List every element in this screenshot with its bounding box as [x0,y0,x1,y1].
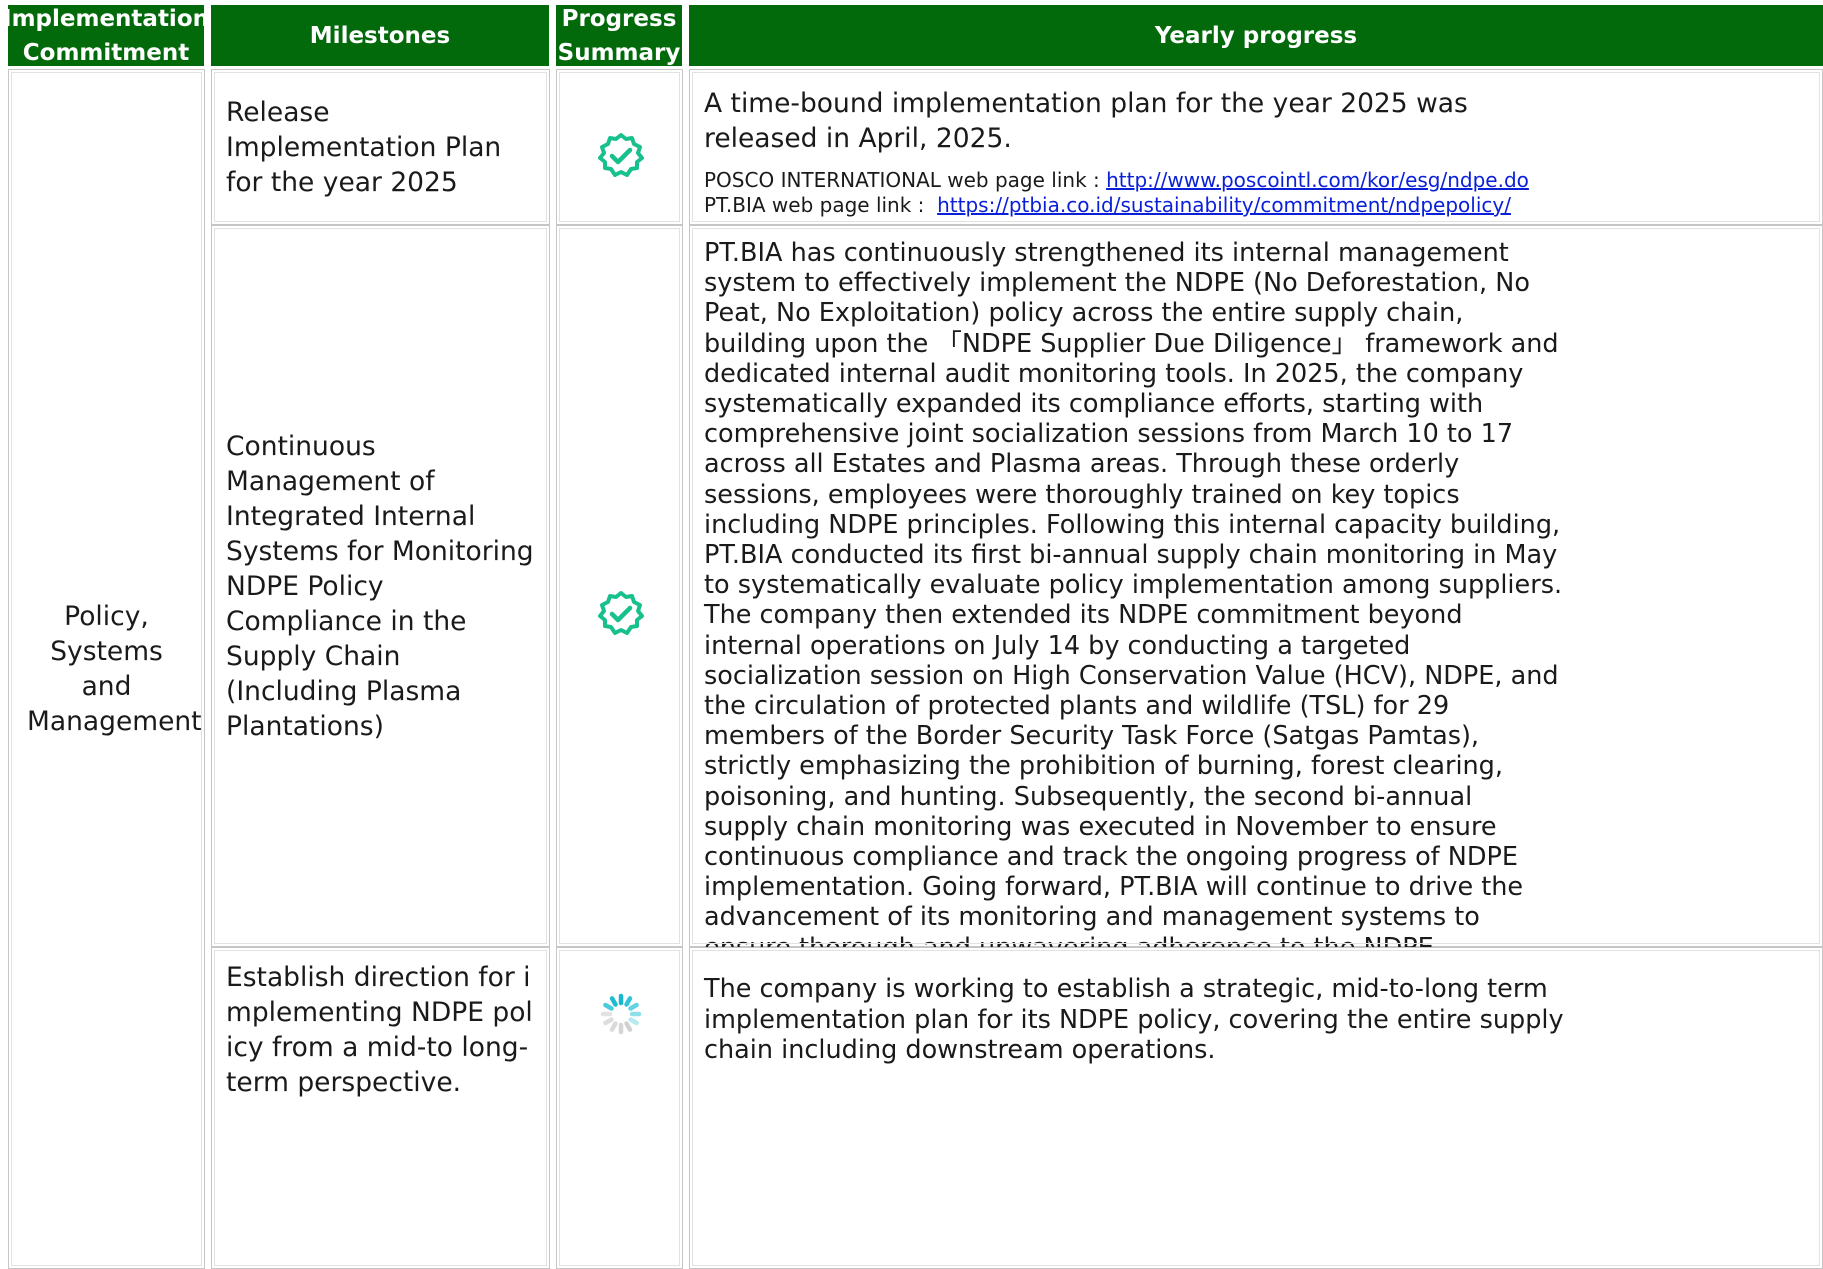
progress-text: PT.BIA has continuously strengthened its… [704,238,1563,993]
milestone-text: Continuous Management of Integrated Inte… [226,430,534,742]
progress-cell-2: PT.BIA has continuously strengthened its… [689,225,1823,993]
completed-check-icon [598,133,644,177]
completed-check-icon [598,591,644,635]
header-yearly-progress-label: Yearly progress [1154,22,1358,49]
milestone-text: Establish direction for implementing NDP… [226,962,533,1098]
commitment-cell: Policy, Systems and Management [8,69,205,1269]
milestone-cell-1: Release Implementation Plan for the year… [211,69,550,225]
header-yearly-progress: Yearly progress [689,5,1823,66]
header-commitment-label: Implementation Commitment [3,5,209,66]
posco-ndpe-link[interactable]: http://www.poscointl.com/kor/esg/ndpe.do [1106,168,1529,192]
status-cell-3 [556,947,683,1269]
in-progress-spinner-icon [600,993,642,1035]
progress-text: A time-bound implementation plan for the… [704,88,1468,154]
header-milestones: Milestones [211,5,549,66]
header-milestones-label: Milestones [309,22,451,49]
milestone-cell-3: Establish direction for implementing NDP… [211,947,550,1269]
header-progress-summary-label: Progress Summary [557,5,681,66]
ptbia-ndpe-link[interactable]: https://ptbia.co.id/sustainability/commi… [937,193,1511,217]
header-progress-summary: Progress Summary [556,5,682,66]
header-commitment: Implementation Commitment [3,5,209,66]
status-cell-2 [556,225,683,947]
progress-cell-1: A time-bound implementation plan for the… [689,69,1823,225]
link-label: PT.BIA web page link : [704,193,938,217]
progress-text: The company is working to establish a st… [704,974,1564,1065]
link-label: POSCO INTERNATIONAL web page link : [704,168,1107,192]
milestone-cell-2: Continuous Management of Integrated Inte… [211,225,550,947]
milestone-text: Release Implementation Plan for the year… [226,96,502,198]
status-cell-1 [556,69,683,225]
link-line-2: PT.BIA web page link : https://ptbia.co.… [704,191,1808,220]
commitment-text: Policy, Systems and Management [27,601,202,737]
progress-cell-3: The company is working to establish a st… [689,947,1823,1269]
